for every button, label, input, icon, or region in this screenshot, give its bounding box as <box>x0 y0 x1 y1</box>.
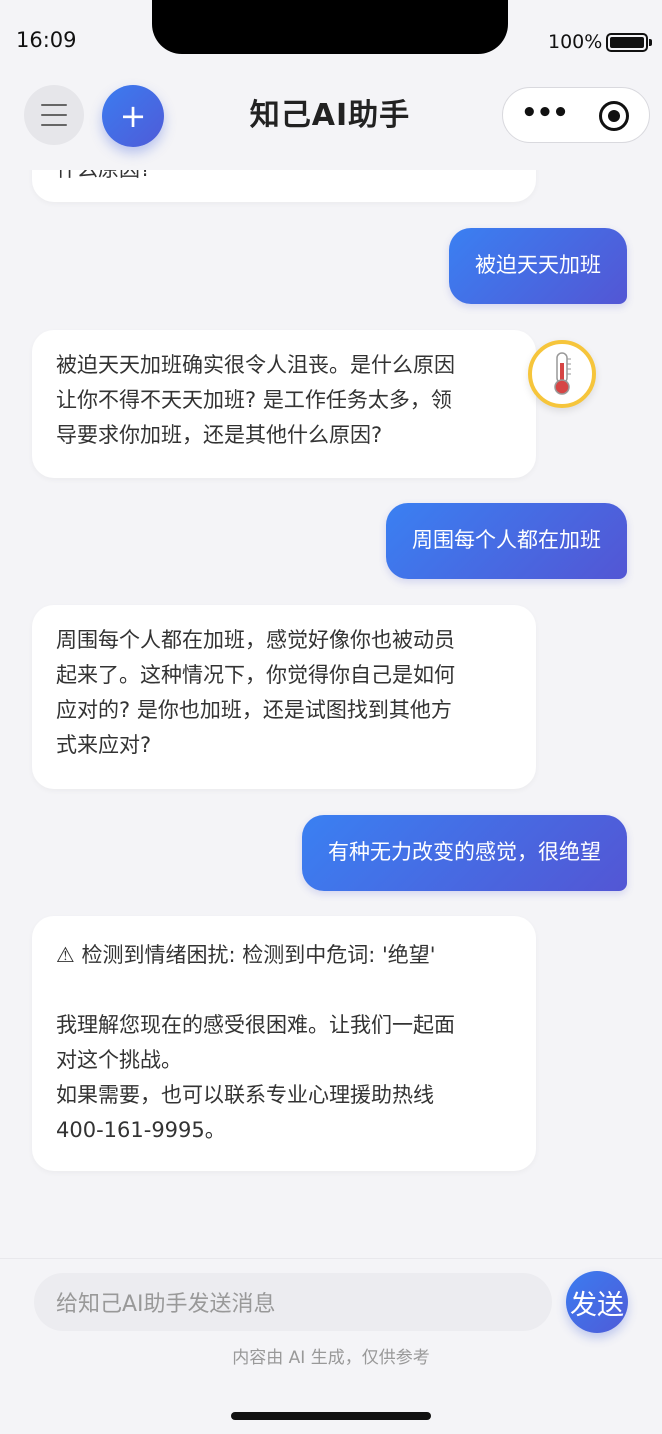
home-indicator <box>231 1412 431 1420</box>
input-area: 给知己AI助手发送消息 发送 内容由 AI 生成，仅供参考 <box>0 1258 662 1434</box>
ai-message-bubble: 周围每个人都在加班，感觉好像你也被动员 起来了。这种情况下，你觉得你自己是如何 … <box>32 605 536 789</box>
send-button[interactable]: 发送 <box>566 1271 628 1333</box>
mini-program-capsule: ••• <box>502 87 650 143</box>
target-close-icon[interactable] <box>599 101 629 131</box>
ai-message-line: 导要求你加班，还是其他什么原因? <box>56 423 383 447</box>
thermometer-icon[interactable] <box>528 340 596 408</box>
ai-disclaimer: 内容由 AI 生成，仅供参考 <box>232 1348 430 1368</box>
ai-message-line: 让你不得不天天加班? 是工作任务太多，领 <box>56 388 452 412</box>
menu-button[interactable] <box>24 85 84 145</box>
ai-message-bubble: ⚠ 检测到情绪困扰: 检测到中危词: '绝望' 我理解您现在的感受很困难。让我们… <box>32 916 536 1171</box>
more-dots-icon[interactable]: ••• <box>521 100 569 126</box>
chat-area[interactable]: 什么原因? 被迫天天加班 被迫天天加班确实很令人沮丧。是什么原因 让你不得不天天… <box>0 0 662 1258</box>
phone-screen: 16:09 100% 什么原因? 被迫天天加班 被迫天天加班确实很令人沮丧。是什… <box>0 0 662 1434</box>
ai-message-line: 起来了。这种情况下，你觉得你自己是如何 <box>56 663 455 687</box>
user-message-bubble: 有种无力改变的感觉，很绝望 <box>302 815 627 891</box>
hotline-number: 400-161-9995。 <box>56 1118 226 1142</box>
ai-message-line: 对这个挑战。 <box>56 1048 182 1072</box>
user-message-text: 周围每个人都在加班 <box>412 528 601 552</box>
user-message-text: 被迫天天加班 <box>475 253 601 277</box>
ai-message-line: 被迫天天加班确实很令人沮丧。是什么原因 <box>56 353 455 377</box>
navigation-bar: + 知己AI助手 ••• <box>0 70 662 170</box>
hamburger-menu-icon <box>41 104 67 106</box>
page-title: 知己AI助手 <box>249 98 411 133</box>
ai-message-line: 应对的? 是你也加班，还是试图找到其他方 <box>56 698 452 722</box>
new-chat-button[interactable]: + <box>102 85 164 147</box>
ai-message-line: 我理解您现在的感受很困难。让我们一起面 <box>56 1013 455 1037</box>
ai-message-bubble: 被迫天天加班确实很令人沮丧。是什么原因 让你不得不天天加班? 是工作任务太多，领… <box>32 330 536 478</box>
user-message-bubble: 周围每个人都在加班 <box>386 503 627 579</box>
user-message-text: 有种无力改变的感觉，很绝望 <box>328 840 601 864</box>
ai-message-line: 周围每个人都在加班，感觉好像你也被动员 <box>56 628 455 652</box>
emotion-warning: ⚠ 检测到情绪困扰: 检测到中危词: '绝望' <box>56 943 436 967</box>
user-message-bubble: 被迫天天加班 <box>449 228 627 304</box>
ai-message-line: 式来应对? <box>56 733 152 757</box>
message-input[interactable]: 给知己AI助手发送消息 <box>34 1273 552 1331</box>
ai-message-line: 如果需要，也可以联系专业心理援助热线 <box>56 1083 434 1107</box>
